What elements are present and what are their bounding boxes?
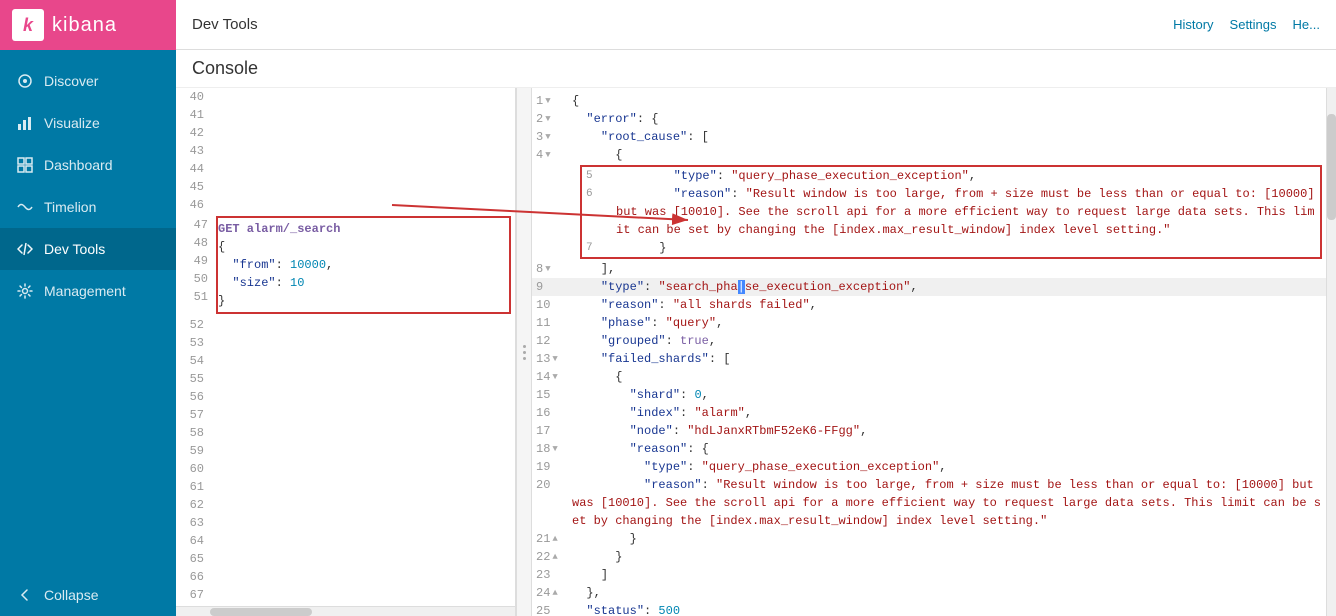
editor-line: 43 bbox=[176, 142, 515, 160]
editor-area: 40 41 42 43 44 bbox=[176, 88, 1336, 616]
output-line: 16 "index": "alarm", bbox=[532, 404, 1326, 422]
output-line: 22 ▲ } bbox=[532, 548, 1326, 566]
collapse-label: Collapse bbox=[44, 587, 98, 603]
sidebar-nav: Discover Visualize Dashboar bbox=[0, 50, 176, 574]
output-line: 20 "reason": "Result window is too large… bbox=[532, 476, 1326, 530]
collapse-icon bbox=[16, 586, 34, 604]
right-scroll-area[interactable]: 1 ▼ { 2 ▼ "error": { 3 ▼ "root_cause": [… bbox=[532, 88, 1326, 616]
output-line-error-type: 5 "type": "query_phase_execution_excepti… bbox=[582, 167, 1320, 185]
editor-line: 52 bbox=[176, 316, 515, 334]
editor-line: 57 bbox=[176, 406, 515, 424]
sidebar-item-visualize[interactable]: Visualize bbox=[0, 102, 176, 144]
help-link[interactable]: He... bbox=[1293, 17, 1320, 32]
devtools-icon bbox=[16, 240, 34, 258]
editor-line: 60 bbox=[176, 460, 515, 478]
console-header: Console bbox=[176, 50, 1336, 88]
right-output-pane: 1 ▼ { 2 ▼ "error": { 3 ▼ "root_cause": [… bbox=[532, 88, 1326, 616]
editor-line: 65 bbox=[176, 550, 515, 568]
timelion-icon bbox=[16, 198, 34, 216]
output-line: 13 ▼ "failed_shards": [ bbox=[532, 350, 1326, 368]
page-title: Dev Tools bbox=[192, 16, 258, 33]
output-line: 18 ▼ "reason": { bbox=[532, 440, 1326, 458]
visualize-label: Visualize bbox=[44, 115, 100, 131]
request-line-from: "from": 10000, bbox=[218, 256, 505, 274]
request-line-close: } bbox=[218, 292, 505, 310]
output-line: 25 "status": 500 bbox=[532, 602, 1326, 616]
output-line-error-close: 7 } bbox=[582, 239, 1320, 257]
management-label: Management bbox=[44, 283, 126, 299]
output-line: 14 ▼ { bbox=[532, 368, 1326, 386]
sidebar-item-devtools[interactable]: Dev Tools bbox=[0, 228, 176, 270]
timelion-label: Timelion bbox=[44, 199, 96, 215]
editor-line: 63 bbox=[176, 514, 515, 532]
left-editor-pane: 40 41 42 43 44 bbox=[176, 88, 516, 616]
sidebar-item-timelion[interactable]: Timelion bbox=[0, 186, 176, 228]
editor-line: 64 bbox=[176, 532, 515, 550]
pane-divider[interactable] bbox=[516, 88, 532, 616]
editor-line: 59 bbox=[176, 442, 515, 460]
discover-label: Discover bbox=[44, 73, 98, 89]
editor-line: 61 bbox=[176, 478, 515, 496]
request-line-size: "size": 10 bbox=[218, 274, 505, 292]
dashboard-label: Dashboard bbox=[44, 157, 113, 173]
editor-line: 67 bbox=[176, 586, 515, 604]
kibana-logo[interactable]: k kibana bbox=[0, 0, 176, 50]
output-line: 3 ▼ "root_cause": [ bbox=[532, 128, 1326, 146]
history-link[interactable]: History bbox=[1173, 17, 1213, 32]
output-line: 21 ▲ } bbox=[532, 530, 1326, 548]
output-line: 9 "type": "search_pha|se_execution_excep… bbox=[532, 278, 1326, 296]
output-line: 24 ▲ }, bbox=[532, 584, 1326, 602]
management-icon bbox=[16, 282, 34, 300]
editor-line: 54 bbox=[176, 352, 515, 370]
editor-line: 55 bbox=[176, 370, 515, 388]
sidebar-item-dashboard[interactable]: Dashboard bbox=[0, 144, 176, 186]
output-line: 17 "node": "hdLJanxRTbmF52eK6-FFgg", bbox=[532, 422, 1326, 440]
left-scroll-area[interactable]: 40 41 42 43 44 bbox=[176, 88, 515, 606]
editor-line: 58 bbox=[176, 424, 515, 442]
visualize-icon bbox=[16, 114, 34, 132]
logo-text: kibana bbox=[52, 14, 117, 37]
discover-icon bbox=[16, 72, 34, 90]
request-line-open: { bbox=[218, 238, 505, 256]
output-line: 10 "reason": "all shards failed", bbox=[532, 296, 1326, 314]
editor-line: 45 bbox=[176, 178, 515, 196]
main-content: Dev Tools History Settings He... Console… bbox=[176, 0, 1336, 616]
dashboard-icon bbox=[16, 156, 34, 174]
settings-link[interactable]: Settings bbox=[1230, 17, 1277, 32]
topbar: Dev Tools History Settings He... bbox=[176, 0, 1336, 50]
right-scrollbar[interactable] bbox=[1326, 88, 1336, 616]
output-line: 1 ▼ { bbox=[532, 92, 1326, 110]
output-line: 12 "grouped": true, bbox=[532, 332, 1326, 350]
output-line: 15 "shard": 0, bbox=[532, 386, 1326, 404]
output-line: 11 "phase": "query", bbox=[532, 314, 1326, 332]
output-line: 8 ▼ ], bbox=[532, 260, 1326, 278]
output-line: 23 ] bbox=[532, 566, 1326, 584]
output-line: 19 "type": "query_phase_execution_except… bbox=[532, 458, 1326, 476]
logo-icon: k bbox=[12, 9, 44, 41]
request-line-get: GET alarm/_search bbox=[218, 220, 505, 238]
editor-line: 42 bbox=[176, 124, 515, 142]
sidebar: k kibana Discover Visualize bbox=[0, 0, 176, 616]
output-line: 4 ▼ { bbox=[532, 146, 1326, 164]
output-line-error-reason: 6 "reason": "Result window is too large,… bbox=[582, 185, 1320, 239]
editor-line: 46 bbox=[176, 196, 515, 214]
editor-line: 40 bbox=[176, 88, 515, 106]
sidebar-item-discover[interactable]: Discover bbox=[0, 60, 176, 102]
editor-line: 53 bbox=[176, 334, 515, 352]
devtools-label: Dev Tools bbox=[44, 241, 105, 257]
editor-line: 62 bbox=[176, 496, 515, 514]
editor-line: 41 bbox=[176, 106, 515, 124]
editor-line: 66 bbox=[176, 568, 515, 586]
collapse-button[interactable]: Collapse bbox=[0, 574, 176, 616]
sidebar-item-management[interactable]: Management bbox=[0, 270, 176, 312]
output-line: 2 ▼ "error": { bbox=[532, 110, 1326, 128]
editor-line: 56 bbox=[176, 388, 515, 406]
editor-line: 44 bbox=[176, 160, 515, 178]
topbar-actions: History Settings He... bbox=[1173, 17, 1320, 32]
